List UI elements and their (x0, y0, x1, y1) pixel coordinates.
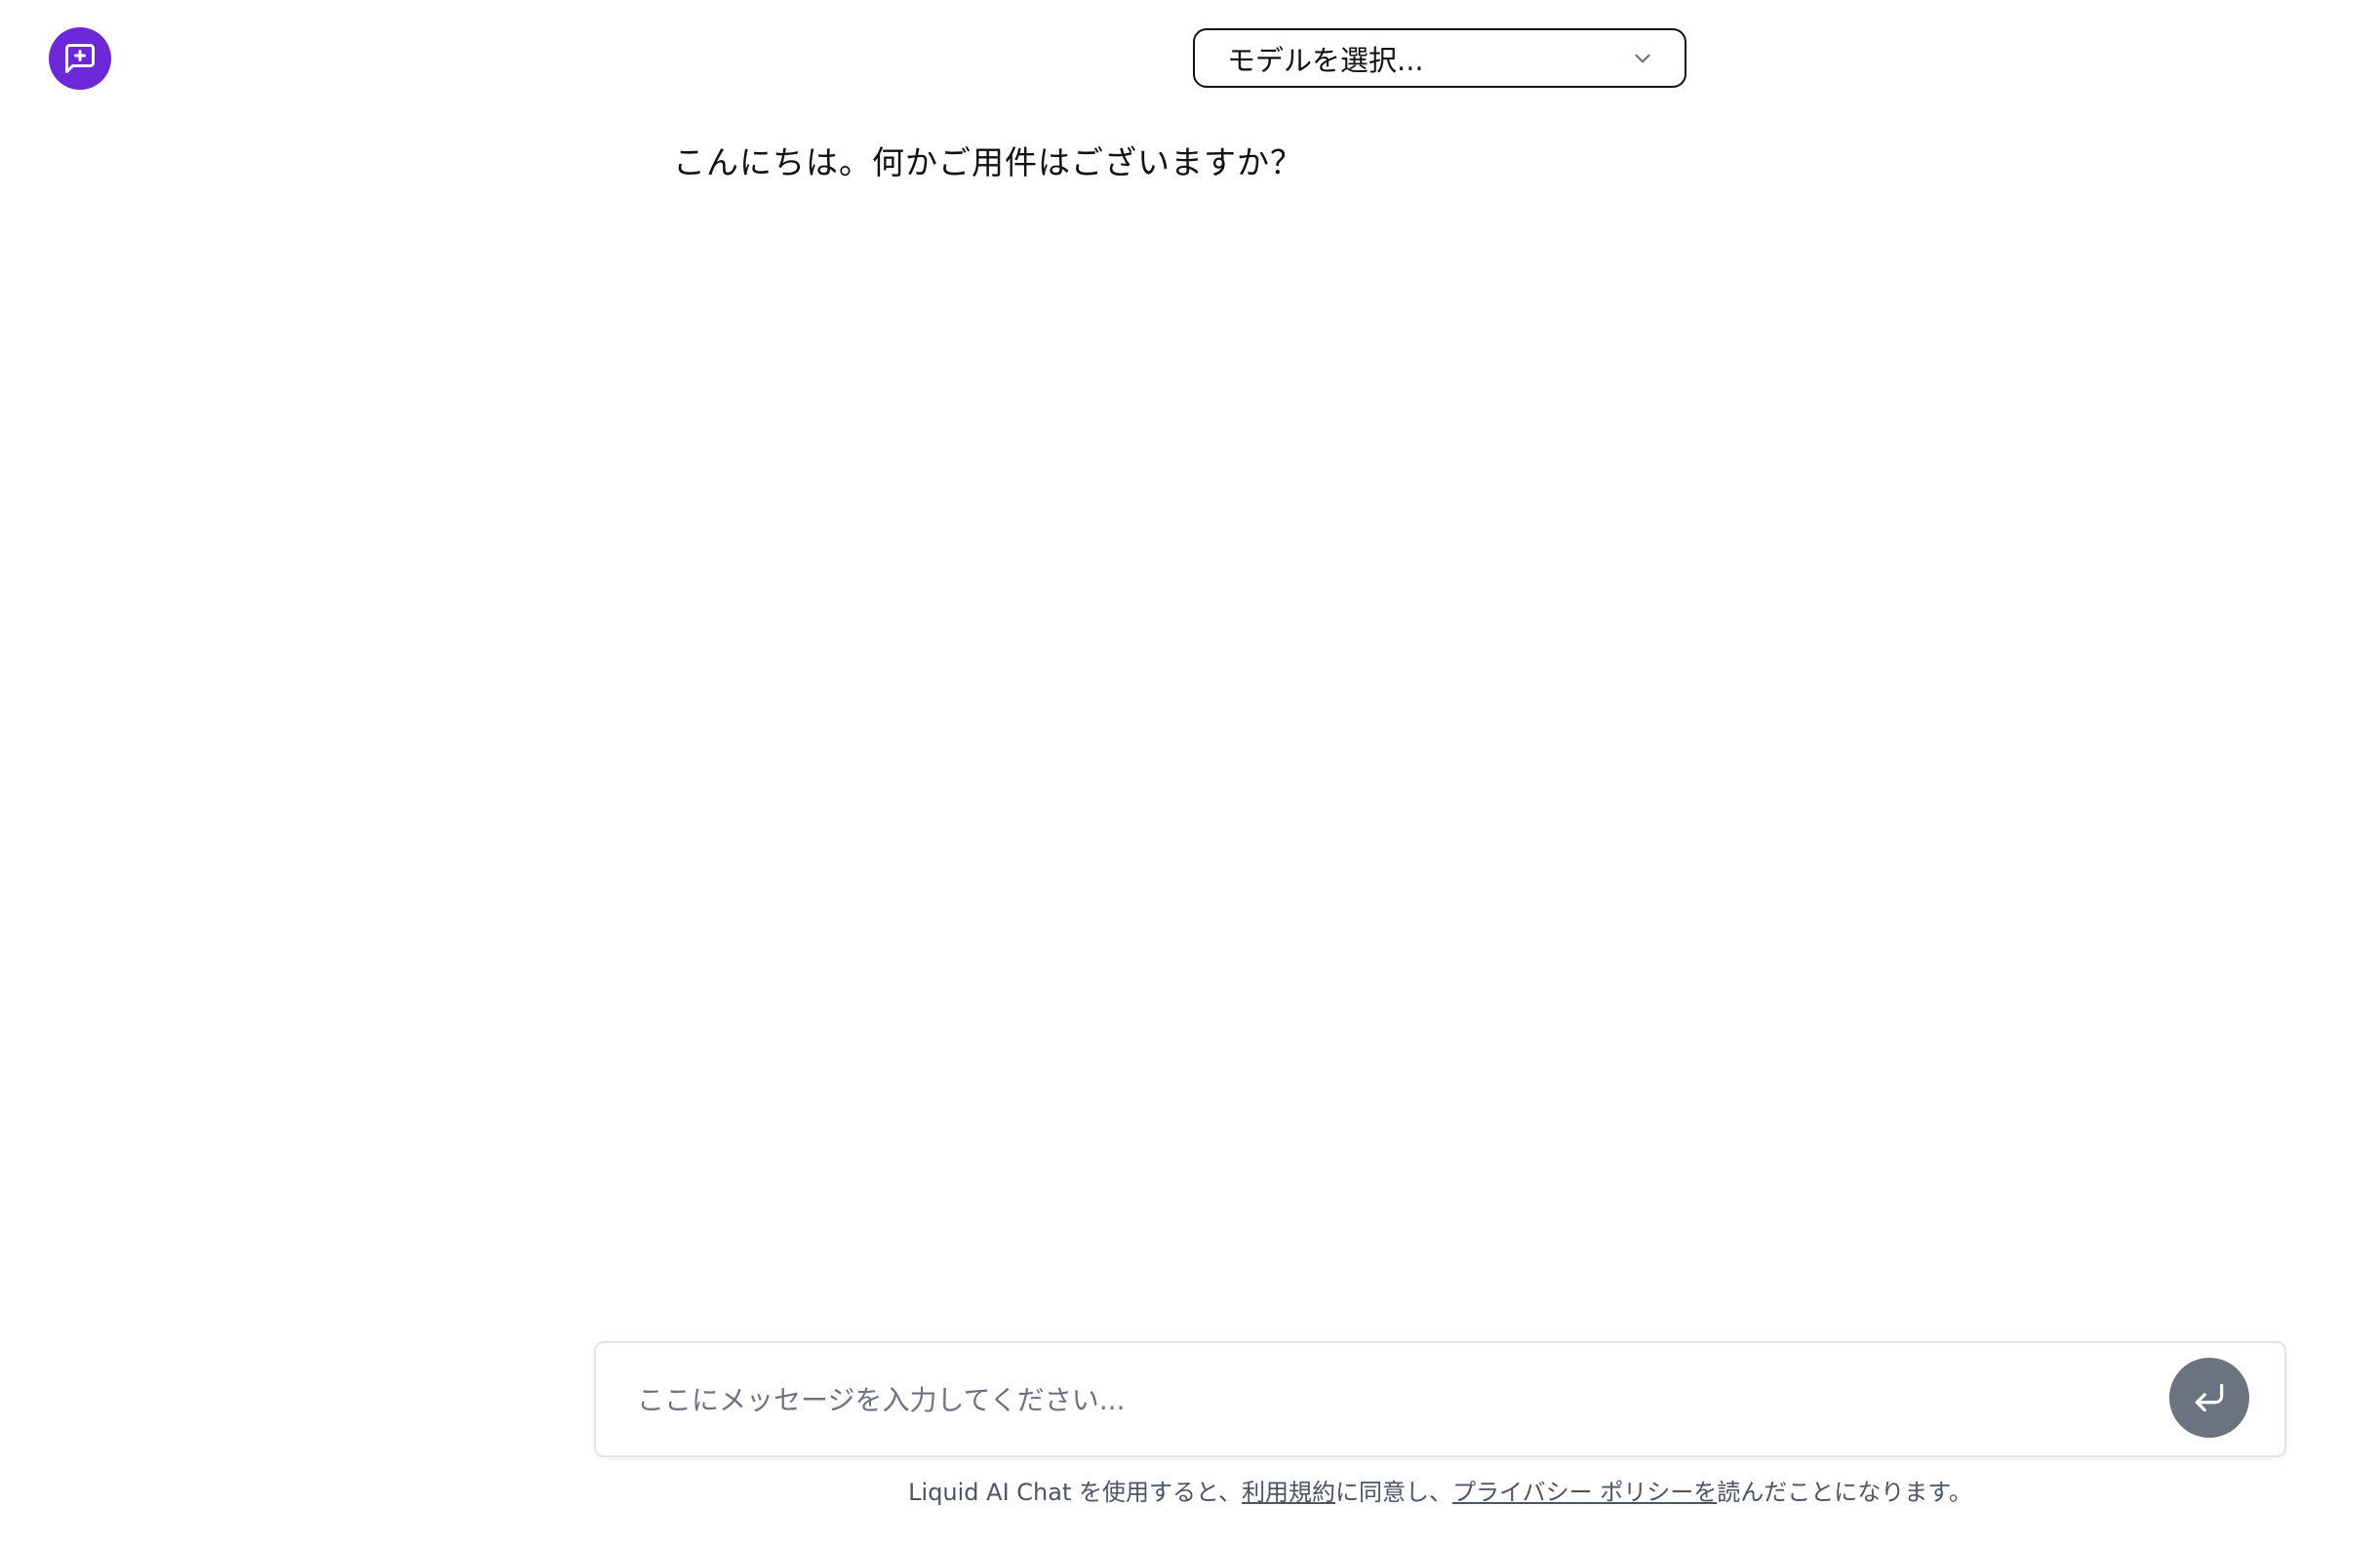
model-select-label: モデルを選択... (1227, 43, 1424, 77)
chevron-down-icon (1635, 54, 1650, 62)
privacy-policy-link[interactable]: プライバシー ポリシーを (1452, 1479, 1717, 1506)
terms-of-service-link[interactable]: 利用規約 (1242, 1479, 1335, 1506)
terms-notice-prefix: Liquid AI Chat を使用すると、 (908, 1479, 1243, 1506)
message-input[interactable] (637, 1370, 2100, 1429)
terms-notice-suffix: 読んだことになります。 (1717, 1479, 1972, 1506)
terms-notice-middle: に同意し、 (1335, 1479, 1453, 1506)
terms-notice: Liquid AI Chat を使用すると、利用規約に同意し、プライバシー ポリ… (0, 1473, 2380, 1507)
new-chat-button[interactable] (49, 27, 111, 90)
message-square-plus-icon (65, 44, 95, 73)
send-button[interactable] (2169, 1358, 2249, 1438)
model-select[interactable]: モデルを選択... (1193, 28, 1686, 88)
chat-page: モデルを選択... こんにちは。何かご用件はございますか？ Liquid AI … (0, 0, 2380, 1545)
message-composer (594, 1341, 2286, 1457)
assistant-greeting-message: こんにちは。何かご用件はございますか？ (673, 143, 1303, 181)
corner-down-left-icon (2195, 1383, 2224, 1412)
